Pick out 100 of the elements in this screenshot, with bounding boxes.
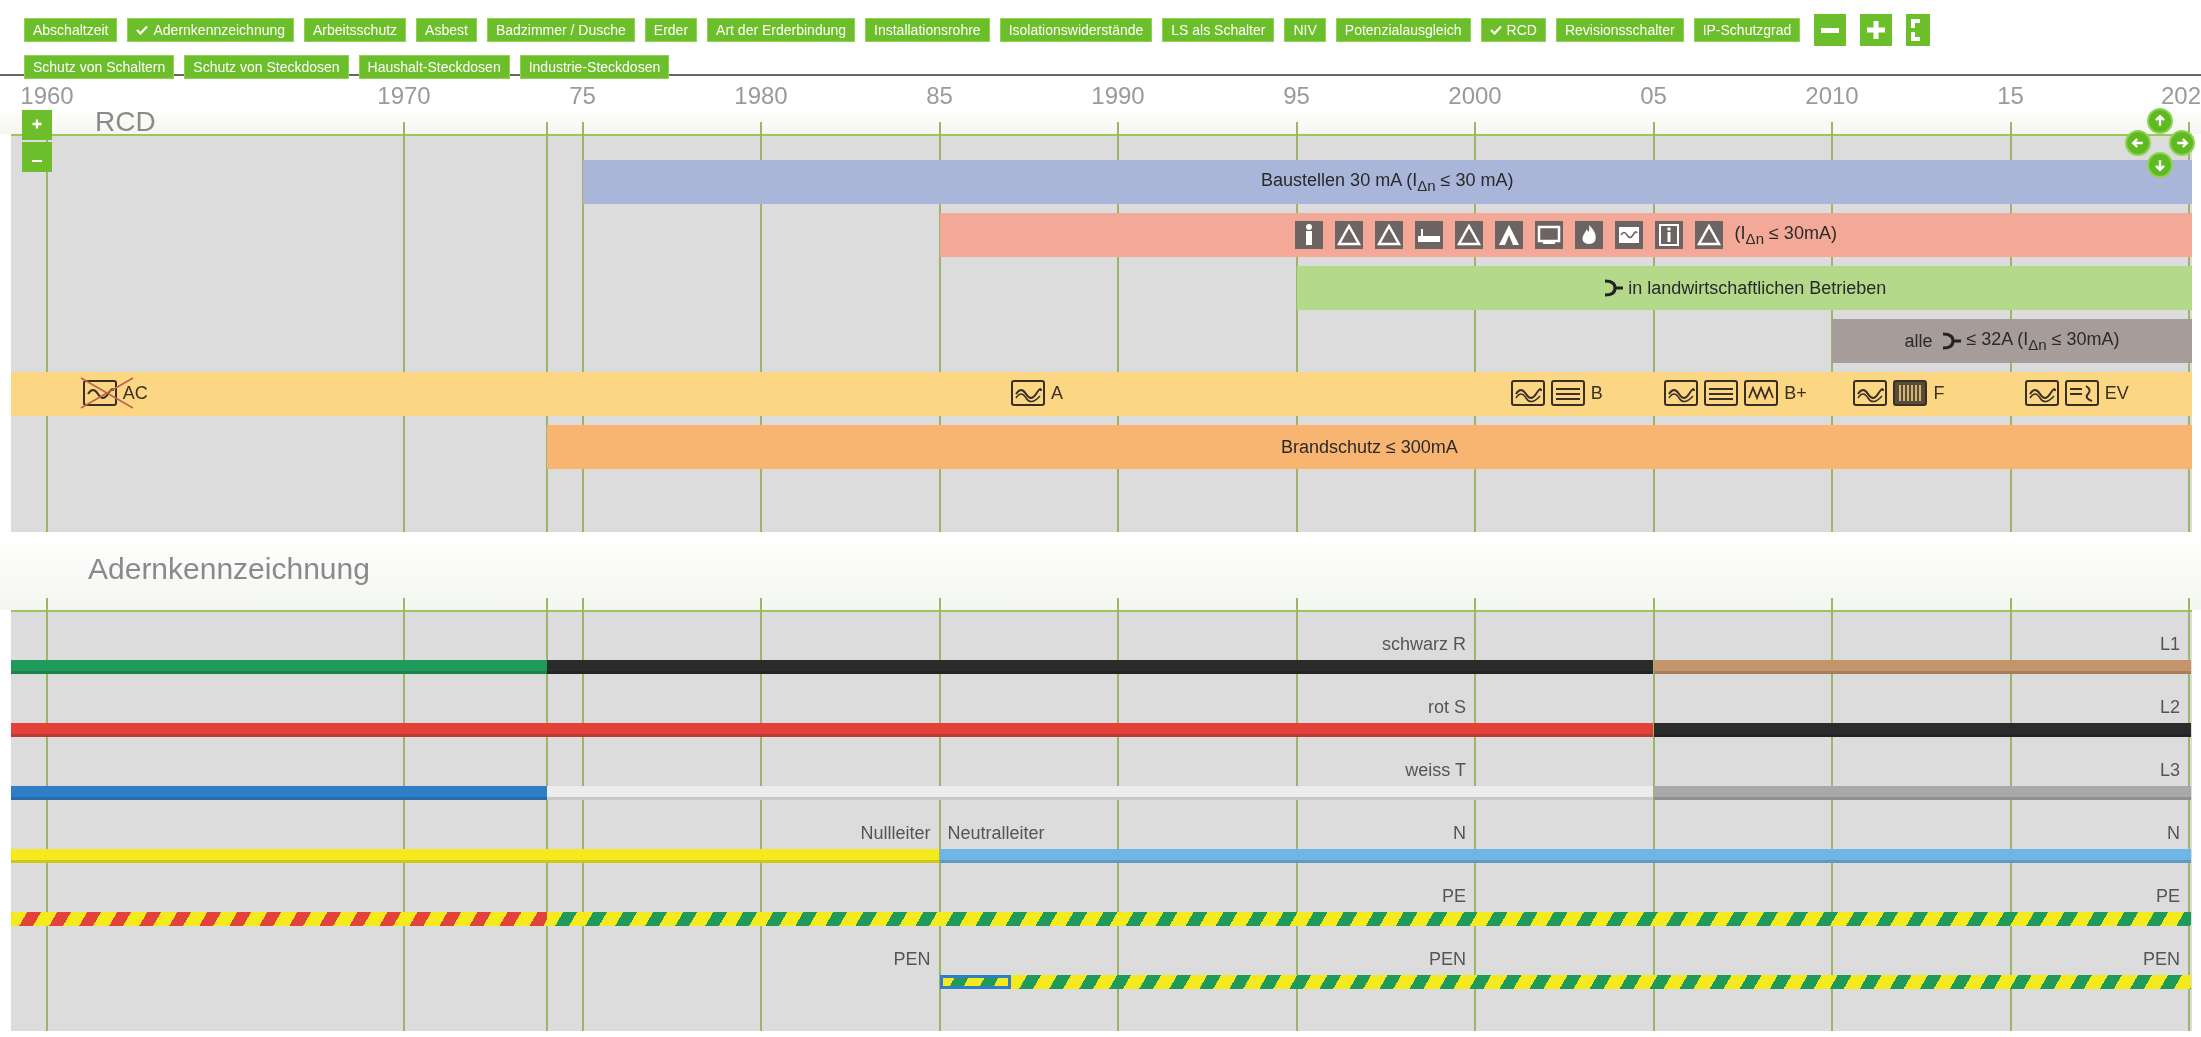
year-label: 95 xyxy=(1283,82,1310,110)
filter-button[interactable]: Asbest xyxy=(416,18,477,42)
bar-label: Brandschutz ≤ 300mA xyxy=(1280,436,1458,458)
year-label: 05 xyxy=(1640,82,1667,110)
warning-icon xyxy=(1694,221,1723,249)
year-label: 1970 xyxy=(377,82,431,110)
type-label: A xyxy=(1050,382,1063,404)
filter-button[interactable]: Isolationswiderstände xyxy=(999,18,1153,42)
flame-icon xyxy=(1574,221,1603,249)
plug-icon xyxy=(1940,332,1963,350)
filter-button[interactable]: NIV xyxy=(1284,18,1326,42)
filter-button[interactable]: Adernkennzeichnung xyxy=(127,18,295,42)
wave-icon xyxy=(1664,380,1699,406)
arrow-up-icon xyxy=(2152,113,2168,129)
wire-label: L2 xyxy=(2159,697,2180,718)
minus-icon xyxy=(1821,27,1840,33)
wave-icon xyxy=(1010,380,1045,406)
wire-label: L1 xyxy=(2159,634,2180,655)
wire-label: N xyxy=(1453,823,1466,844)
year-label: 1990 xyxy=(1091,82,1145,110)
zoom-out-button[interactable] xyxy=(22,142,52,172)
wire-label: weiss T xyxy=(1405,760,1466,781)
type-label: AC xyxy=(122,382,148,404)
arrow-left-icon xyxy=(2130,135,2146,151)
filter-button[interactable]: Installationsrohre xyxy=(865,18,990,42)
type-label: B xyxy=(1590,382,1603,404)
year-label: 75 xyxy=(569,82,596,110)
wire-label: L3 xyxy=(2159,760,2180,781)
warning-icon xyxy=(1454,221,1483,249)
wire-label: Neutralleiter xyxy=(947,823,1045,844)
wire-label: PE xyxy=(2156,886,2180,907)
filter-button[interactable]: Arbeitsschutz xyxy=(304,18,407,42)
comb-icon xyxy=(1893,380,1928,406)
check-icon xyxy=(1489,25,1502,35)
bar-label: Baustellen 30 mA (I$_{Δn}$ ≤ 30 mA) xyxy=(1261,170,1514,194)
plug-icon xyxy=(1602,279,1625,297)
zoom-in-button[interactable] xyxy=(1860,14,1893,46)
frequency-icon xyxy=(1744,380,1779,406)
info-icon xyxy=(1654,221,1683,249)
filter-button[interactable]: Potenzialausgleich xyxy=(1335,18,1471,42)
screen-icon xyxy=(1534,221,1563,249)
wire-label: Nullleiter xyxy=(860,823,931,844)
crossed-wave-icon xyxy=(82,380,117,406)
wire-label: N xyxy=(2167,823,2180,844)
type-label: B+ xyxy=(1784,382,1807,404)
bar-label: in landwirtschaftlichen Betrieben xyxy=(1628,277,1887,299)
plus-icon xyxy=(1867,21,1886,39)
filter-button[interactable]: Badzimmer / Dusche xyxy=(486,18,635,42)
check-icon xyxy=(136,25,149,35)
arrow-up-button[interactable] xyxy=(2147,108,2173,134)
wave-icon xyxy=(1510,380,1545,406)
zoom-out-button[interactable] xyxy=(1814,14,1847,46)
zoom-in-button[interactable] xyxy=(22,110,52,140)
wire-label: PEN xyxy=(1429,949,1466,970)
arrow-right-button[interactable] xyxy=(2169,130,2195,156)
filter-button[interactable]: Erder xyxy=(644,18,698,42)
year-label: 202 xyxy=(2160,82,2201,110)
warning-icon xyxy=(1334,221,1363,249)
wire-label: schwarz R xyxy=(1382,634,1466,655)
wave-icon xyxy=(2024,380,2059,406)
direct-current-icon xyxy=(1704,380,1739,406)
minus-icon xyxy=(32,159,42,162)
filter-button[interactable]: Schutz von Steckdosen xyxy=(184,55,349,79)
filter-button[interactable]: Haushalt-Steckdosen xyxy=(358,55,510,79)
wire-label: PE xyxy=(1442,886,1466,907)
arrow-down-icon xyxy=(2152,157,2168,173)
filter-button[interactable]: Industrie-Steckdosen xyxy=(519,55,670,79)
fullscreen-icon xyxy=(1910,19,1920,41)
section-title: Adernkennzeichnung xyxy=(88,552,370,586)
year-label: 15 xyxy=(1997,82,2024,110)
year-label: 85 xyxy=(926,82,953,110)
wire-label: rot S xyxy=(1428,697,1466,718)
direct-current-icon xyxy=(1550,380,1585,406)
tent-icon xyxy=(1494,221,1523,249)
bath-icon xyxy=(1414,221,1443,249)
filter-button[interactable]: Abschaltzeit xyxy=(24,18,118,42)
filter-button[interactable]: Art der Erderbindung xyxy=(707,18,856,42)
filter-button[interactable]: Revisionsschalter xyxy=(1555,18,1684,42)
wire-label: PEN xyxy=(893,949,931,970)
year-label: 2010 xyxy=(1805,82,1859,110)
warning-icon xyxy=(1374,221,1403,249)
filter-button[interactable]: Schutz von Schaltern xyxy=(24,55,175,79)
type-label: F xyxy=(1933,382,1945,404)
bar-label: alle xyxy=(1904,330,1933,352)
type-label: EV xyxy=(2104,382,2129,404)
year-label: 1960 xyxy=(20,82,74,110)
arrow-left-button[interactable] xyxy=(2125,130,2151,156)
bar-label: (I$_{Δn}$ ≤ 30mA) xyxy=(1734,223,1837,247)
bar-label: ≤ 32A (I$_{Δn}$ ≤ 30mA) xyxy=(1966,329,2120,353)
year-label: 1980 xyxy=(734,82,788,110)
filter-button[interactable]: LS als Schalter xyxy=(1162,18,1275,42)
dc-wave-icon xyxy=(2064,380,2099,406)
wave-icon xyxy=(1614,221,1643,249)
fullscreen-button[interactable] xyxy=(1906,14,1931,46)
arrow-right-icon xyxy=(2174,135,2190,151)
wave-icon xyxy=(1853,380,1888,406)
wire-label: PEN xyxy=(2143,949,2180,970)
section-title: RCD xyxy=(95,106,156,138)
filter-button[interactable]: RCD xyxy=(1480,18,1546,42)
filter-button[interactable]: IP-Schutzgrad xyxy=(1693,18,1801,42)
